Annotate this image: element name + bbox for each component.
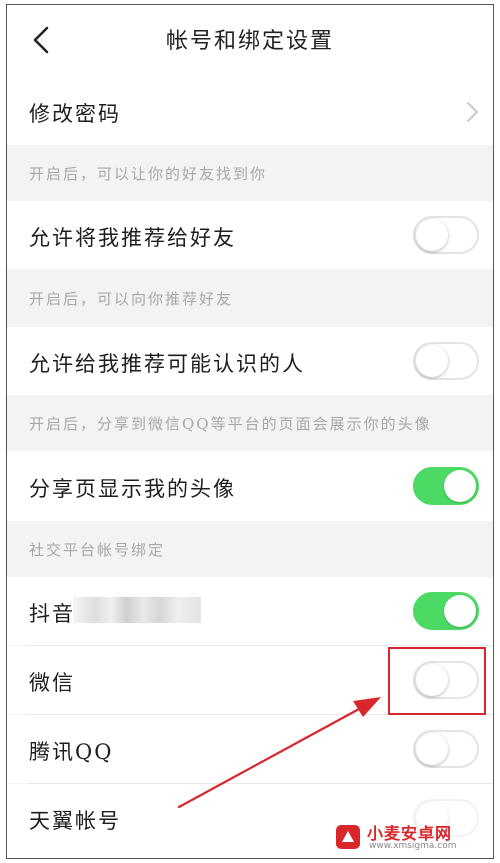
qq-toggle[interactable] bbox=[413, 730, 479, 768]
toggle-knob bbox=[416, 219, 448, 251]
allow-recommend-me-toggle[interactable] bbox=[413, 216, 479, 254]
watermark: 小麦安卓网 www.xmsigma.com bbox=[335, 820, 485, 856]
qq-label: 腾讯QQ bbox=[29, 740, 114, 764]
avatar-hint: 开启后，分享到微信QQ等平台的页面会展示你的头像 bbox=[29, 415, 432, 433]
chevron-right-icon bbox=[467, 102, 478, 122]
allow-recommend-me-label: 允许将我推荐给好友 bbox=[29, 226, 236, 250]
wechat-toggle-highlight bbox=[388, 647, 486, 715]
tianyi-label: 天翼帐号 bbox=[29, 809, 121, 833]
wechat-label: 微信 bbox=[29, 671, 75, 695]
show-avatar-label: 分享页显示我的头像 bbox=[29, 477, 236, 501]
masked-username bbox=[73, 597, 201, 623]
show-avatar-row: 分享页显示我的头像 bbox=[7, 451, 493, 521]
allow-recommend-known-label: 允许给我推荐可能认识的人 bbox=[29, 352, 305, 376]
show-avatar-toggle[interactable] bbox=[413, 467, 479, 505]
settings-screen: 帐号和绑定设置 修改密码 开启后，可以让你的好友找到你 允许将我推荐给好友 开启… bbox=[6, 4, 494, 859]
toggle-knob bbox=[444, 595, 476, 627]
qq-row: 腾讯QQ bbox=[7, 715, 493, 783]
allow-recommend-known-row: 允许给我推荐可能认识的人 bbox=[7, 327, 493, 395]
change-password-label: 修改密码 bbox=[29, 102, 121, 126]
watermark-url: www.xmsigma.com bbox=[369, 841, 457, 851]
page-title: 帐号和绑定设置 bbox=[165, 29, 334, 54]
recommend-friends-section: 开启后，可以向你推荐好友 bbox=[7, 269, 493, 327]
douyin-toggle[interactable] bbox=[413, 592, 479, 630]
change-password-row[interactable]: 修改密码 bbox=[7, 77, 493, 145]
douyin-label: 抖音 bbox=[29, 602, 75, 626]
find-friends-section: 开启后，可以让你的好友找到你 bbox=[7, 145, 493, 201]
douyin-row: 抖音 bbox=[7, 577, 493, 645]
watermark-logo-icon bbox=[336, 825, 360, 849]
nav-header: 帐号和绑定设置 bbox=[7, 5, 493, 79]
allow-recommend-known-toggle[interactable] bbox=[413, 342, 479, 380]
toggle-knob bbox=[416, 345, 448, 377]
toggle-knob bbox=[444, 470, 476, 502]
find-friends-hint: 开启后，可以让你的好友找到你 bbox=[29, 165, 268, 183]
allow-recommend-me-row: 允许将我推荐给好友 bbox=[7, 201, 493, 269]
social-binding-title: 社交平台帐号绑定 bbox=[29, 541, 166, 559]
recommend-friends-hint: 开启后，可以向你推荐好友 bbox=[29, 290, 234, 308]
avatar-section: 开启后，分享到微信QQ等平台的页面会展示你的头像 bbox=[7, 395, 493, 451]
social-binding-section: 社交平台帐号绑定 bbox=[7, 521, 493, 577]
toggle-knob bbox=[416, 733, 448, 765]
